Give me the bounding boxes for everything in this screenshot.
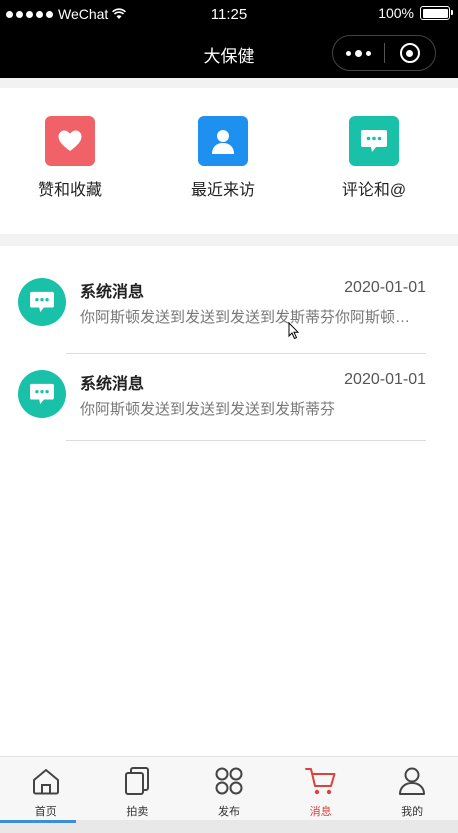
player-controls [0, 820, 458, 833]
cards-icon [121, 765, 153, 797]
nav-bar: 大保健 [0, 28, 458, 78]
tab-home[interactable]: 首页 [0, 757, 92, 820]
more-button[interactable] [333, 36, 384, 70]
message-date: 2020-01-01 [344, 371, 426, 388]
battery-percent: 100% [378, 5, 414, 21]
tab-messages[interactable]: 消息 [275, 757, 367, 820]
quick-entry-likes[interactable]: 赞和收藏 [0, 116, 140, 200]
status-right: 100% [378, 5, 453, 21]
user-icon [396, 765, 428, 797]
section-gap [0, 78, 458, 88]
tab-label: 拍卖 [126, 806, 149, 818]
message-sender: 系统消息 [80, 376, 145, 393]
tab-label: 消息 [309, 806, 332, 818]
status-bar: WeChat 11:25 100% [0, 0, 458, 28]
tab-label: 我的 [401, 806, 424, 818]
message-sender: 系统消息 [80, 284, 145, 301]
quick-entry-label: 赞和收藏 [37, 182, 102, 199]
tab-publish[interactable]: 发布 [183, 757, 275, 820]
tab-label: 首页 [34, 806, 57, 818]
section-gap [0, 234, 458, 246]
message-date: 2020-01-01 [344, 279, 426, 296]
message-item[interactable]: 系统消息 2020-01-01 你阿斯顿发送到发送到发送到发斯蒂芬 [0, 370, 458, 462]
progress-bar [0, 820, 76, 823]
grid-icon [213, 765, 245, 797]
home-icon [30, 765, 62, 797]
quick-entry-label: 评论和@ [341, 182, 407, 199]
tab-mine[interactable]: 我的 [366, 757, 458, 820]
chat-bubble-icon [349, 116, 399, 166]
divider [66, 353, 426, 354]
message-preview: 你阿斯顿发送到发送到发送到发斯蒂芬 [80, 401, 336, 418]
quick-entry-visitors[interactable]: 最近来访 [153, 116, 293, 200]
divider [66, 440, 426, 441]
heart-icon [45, 116, 95, 166]
chat-bubble-icon [18, 370, 66, 418]
quick-entry-label: 最近来访 [190, 182, 255, 199]
close-button[interactable] [385, 36, 435, 70]
person-icon [198, 116, 248, 166]
target-icon [399, 43, 420, 63]
chat-bubble-icon [18, 278, 66, 326]
tab-auction[interactable]: 拍卖 [92, 757, 184, 820]
quick-entries: 赞和收藏 最近来访 评论和@ [0, 88, 458, 234]
mini-program-capsule [332, 35, 436, 71]
cart-icon [304, 765, 337, 797]
quick-entry-comments[interactable]: 评论和@ [304, 116, 444, 200]
message-preview: 你阿斯顿发送到发送到发送到发斯蒂芬你阿斯顿发送到 [80, 309, 425, 326]
tab-bar: 首页 拍卖 发布 消息 我的 [0, 756, 458, 820]
message-item[interactable]: 系统消息 2020-01-01 你阿斯顿发送到发送到发送到发斯蒂芬你阿斯顿发送到 [0, 278, 458, 370]
mouse-cursor-icon [288, 322, 300, 340]
tab-label: 发布 [217, 806, 240, 818]
battery-icon [420, 6, 453, 20]
